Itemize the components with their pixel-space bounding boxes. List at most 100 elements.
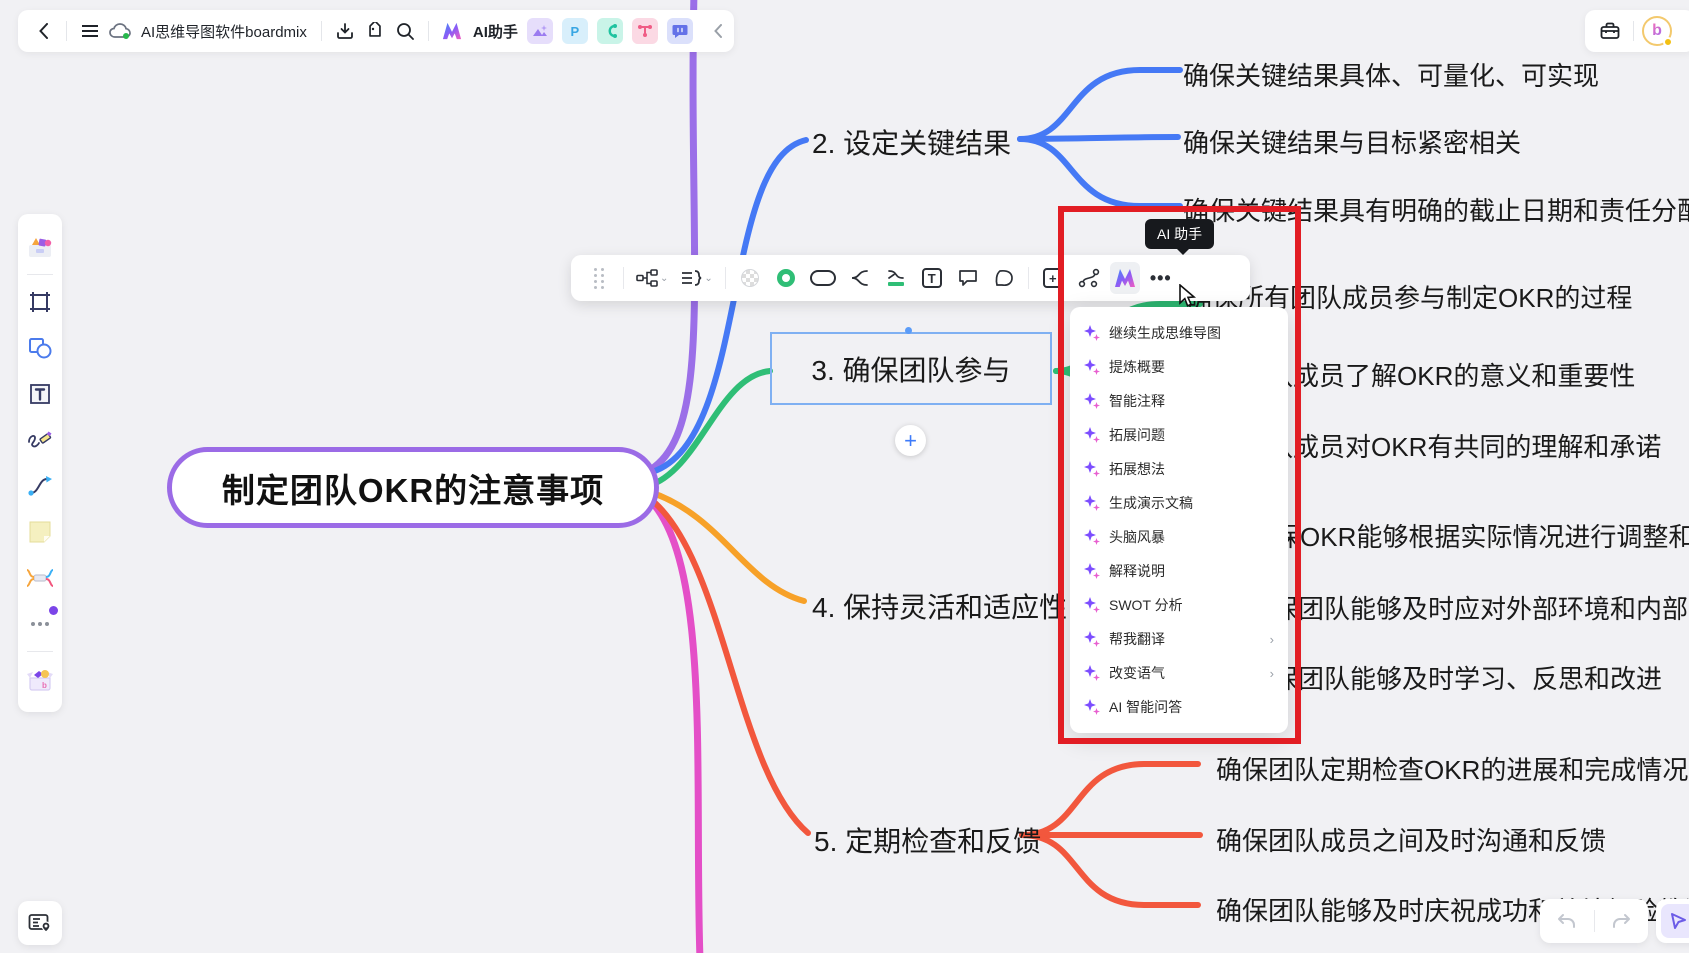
menu-item-brainstorm[interactable]: 头脑风暴: [1070, 520, 1288, 554]
ai-assistant-topbar-button[interactable]: [437, 16, 467, 46]
text-tool-button[interactable]: [23, 377, 57, 411]
plugin-git-branch-button[interactable]: [632, 18, 658, 44]
child-node-2-2[interactable]: 确保关键结果与目标紧密相关: [1183, 123, 1521, 160]
cloud-sync-icon: [109, 23, 131, 39]
add-node-button[interactable]: +: [1038, 262, 1068, 294]
resource-box-button[interactable]: b: [23, 662, 57, 696]
branch-node-4[interactable]: 4. 保持灵活和适应性: [812, 586, 1067, 626]
back-button[interactable]: [28, 16, 58, 46]
child-node-4-2[interactable]: 确保团队能够及时应对外部环境和内部变化: [1246, 589, 1689, 626]
menu-item-translate[interactable]: 帮我翻译 ›: [1070, 622, 1288, 656]
text-tool-icon: [28, 382, 52, 406]
cloud-sync-button[interactable]: [105, 16, 135, 46]
child-node-4-3[interactable]: 确保团队能够及时学习、反思和改进: [1246, 659, 1662, 696]
highlight-button[interactable]: [989, 262, 1019, 294]
child-node-2-1[interactable]: 确保关键结果具体、可量化、可实现: [1183, 56, 1599, 93]
branch-color-button[interactable]: [881, 262, 911, 294]
menu-item-expand-ideas[interactable]: 拓展想法: [1070, 452, 1288, 486]
branch-5-child-line-3: [1022, 835, 1198, 905]
plugin-presentation-button[interactable]: P: [562, 18, 588, 44]
ai-assistant-button[interactable]: [1110, 262, 1140, 294]
board-title[interactable]: AI思维导图软件boardmix: [141, 21, 307, 42]
plugin-chat-button[interactable]: [667, 18, 693, 44]
fill-color-button[interactable]: [735, 262, 765, 294]
branch-5-child-line-1: [1022, 764, 1198, 835]
menu-item-continue-mindmap[interactable]: 继续生成思维导图: [1070, 316, 1288, 350]
plugin-flowchart-button[interactable]: [597, 18, 623, 44]
mindmap-tool-icon: [26, 567, 54, 589]
mindmap-tool-button[interactable]: [23, 561, 57, 595]
branch-node-3-selected[interactable]: 3. 确保团队参与: [770, 332, 1052, 405]
search-icon: [396, 22, 414, 40]
outline-button[interactable]: ⌄: [677, 262, 715, 294]
menu-item-change-tone[interactable]: 改变语气 ›: [1070, 656, 1288, 690]
sparkle-icon: [1084, 665, 1100, 681]
back-icon: [39, 23, 48, 39]
structure-button[interactable]: ⌄: [633, 262, 671, 294]
comment-button[interactable]: [953, 262, 983, 294]
menu-item-ai-qa[interactable]: AI 智能问答: [1070, 690, 1288, 724]
menu-item-swot[interactable]: SWOT 分析: [1070, 588, 1288, 622]
branch-2-child-line-3: [1020, 139, 1180, 206]
top-right-toolbar: b: [1585, 10, 1689, 52]
hamburger-icon: [82, 25, 98, 37]
briefcase-icon: [1600, 22, 1620, 40]
connector-button[interactable]: [23, 469, 57, 503]
divider: [428, 21, 429, 41]
chat-icon: [672, 23, 688, 39]
flowchart-icon: [602, 23, 618, 39]
sparkle-icon: [1084, 359, 1100, 375]
child-node-5-2[interactable]: 确保团队成员之间及时沟通和反馈: [1216, 821, 1606, 858]
node-handle-dot[interactable]: [905, 327, 912, 334]
relation-button[interactable]: [1074, 262, 1104, 294]
menu-item-generate-slides[interactable]: 生成演示文稿: [1070, 486, 1288, 520]
comment-icon: [958, 269, 978, 287]
redo-button[interactable]: [1595, 913, 1649, 929]
branch-style-button[interactable]: [845, 262, 875, 294]
avatar-letter: b: [1652, 22, 1662, 40]
sparkle-icon: [1084, 325, 1100, 341]
ai-image-icon: [532, 23, 548, 39]
undo-button[interactable]: [1540, 913, 1594, 929]
sticky-note-button[interactable]: [23, 515, 57, 549]
pen-button[interactable]: [23, 423, 57, 457]
branch-node-2[interactable]: 2. 设定关键结果: [812, 122, 1011, 162]
search-button[interactable]: [390, 16, 420, 46]
menu-item-label: 解释说明: [1109, 561, 1165, 581]
add-child-button[interactable]: +: [895, 425, 926, 456]
notification-dot: [49, 606, 58, 615]
pen-icon: [27, 428, 53, 452]
connector-icon: [27, 475, 53, 497]
frame-button[interactable]: [23, 285, 57, 319]
toolbar-drag-handle[interactable]: [584, 262, 614, 294]
plugin-ai-image-button[interactable]: [527, 18, 553, 44]
child-node-2-3[interactable]: 确保关键结果具有明确的截止日期和责任分配: [1183, 191, 1689, 228]
menu-item-expand-questions[interactable]: 拓展问题: [1070, 418, 1288, 452]
tag-button[interactable]: [360, 16, 390, 46]
save-to-button[interactable]: [330, 16, 360, 46]
more-tools-button[interactable]: [23, 607, 57, 641]
branch-node-5[interactable]: 5. 定期检查和反馈: [814, 820, 1041, 860]
menu-item-explain[interactable]: 解释说明: [1070, 554, 1288, 588]
collapse-toolbar-button[interactable]: [703, 16, 733, 46]
user-avatar[interactable]: b: [1642, 16, 1672, 46]
menu-item-smart-annotation[interactable]: 智能注释: [1070, 384, 1288, 418]
border-color-button[interactable]: [771, 262, 801, 294]
mindmap-root-node[interactable]: 制定团队OKR的注意事项: [167, 447, 659, 528]
menu-item-summary[interactable]: 提炼概要: [1070, 350, 1288, 384]
pointer-tool-button[interactable]: [1656, 899, 1689, 943]
pointer-arrow-icon: [1669, 912, 1687, 930]
text-style-button[interactable]: T: [917, 262, 947, 294]
minimap-button[interactable]: [18, 901, 62, 945]
child-node-4-1[interactable]: 确保OKR能够根据实际情况进行调整和优化: [1248, 517, 1689, 554]
more-button[interactable]: •••: [1146, 262, 1176, 294]
shape-button[interactable]: [807, 262, 839, 294]
workspace-button[interactable]: [1595, 16, 1625, 46]
templates-button[interactable]: [23, 230, 57, 264]
shape-stadium-icon: [810, 270, 836, 286]
branch-color-icon: [886, 268, 906, 288]
child-node-5-1[interactable]: 确保团队定期检查OKR的进展和完成情况: [1216, 750, 1688, 787]
main-menu-button[interactable]: [75, 16, 105, 46]
ai-assistant-topbar-label[interactable]: AI助手: [473, 21, 518, 42]
shapes-button[interactable]: [23, 331, 57, 365]
